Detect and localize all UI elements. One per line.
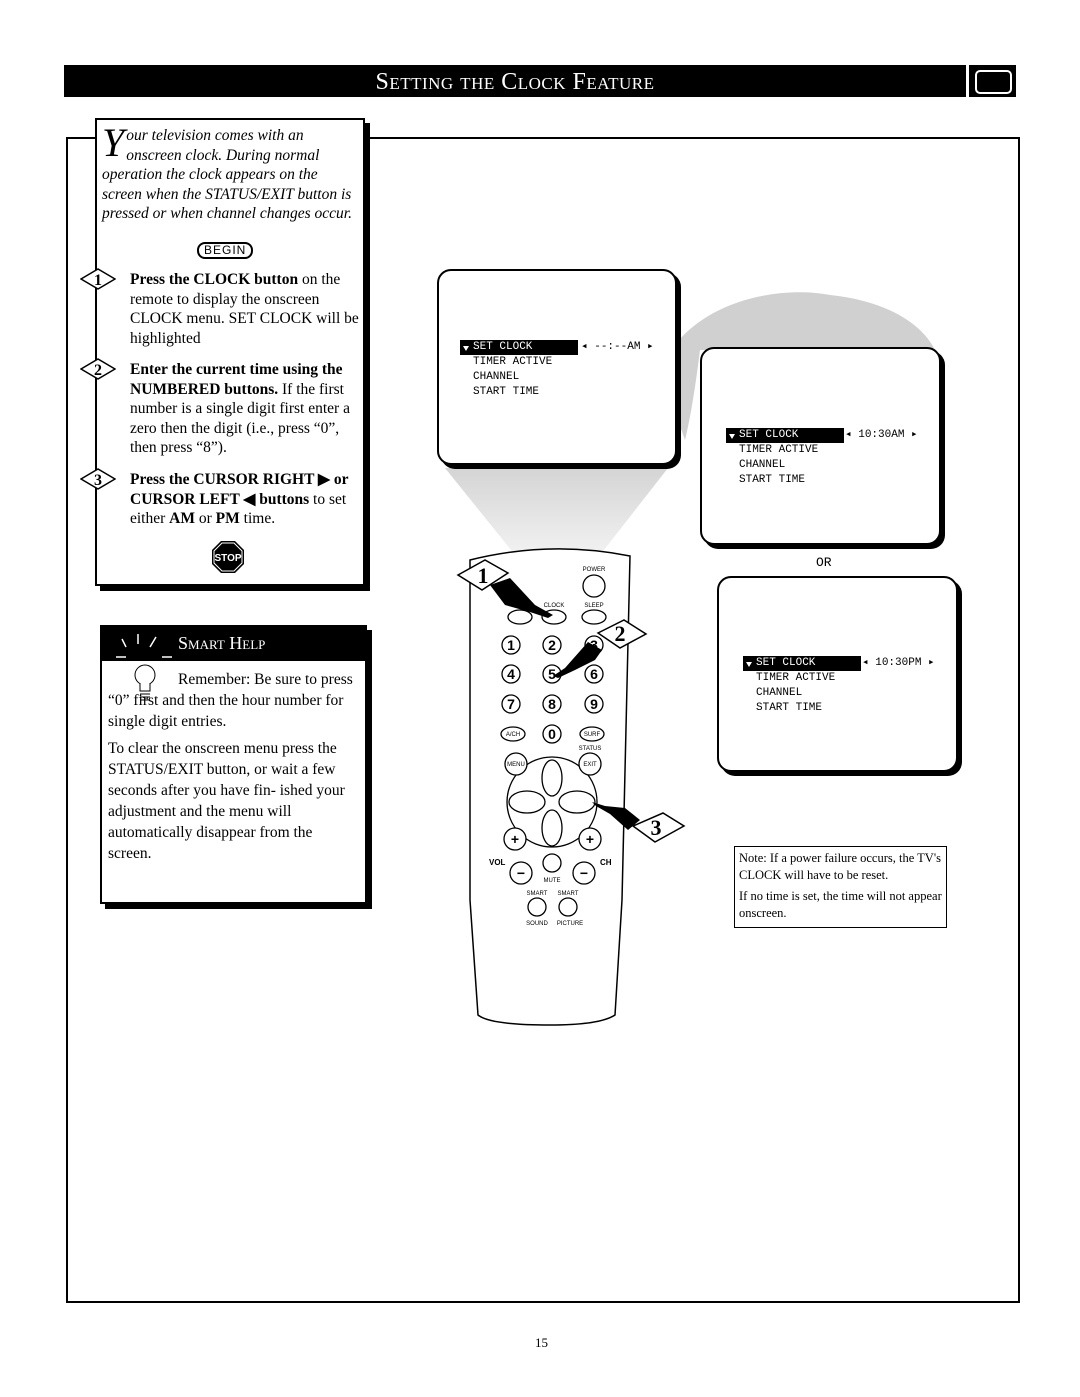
svg-text:3: 3 [651, 815, 662, 840]
svg-text:1: 1 [94, 272, 102, 289]
begin-badge: BEGIN [197, 242, 254, 259]
svg-text:−: − [580, 865, 588, 881]
svg-text:2: 2 [548, 637, 556, 653]
svg-text:PICTURE: PICTURE [557, 921, 583, 927]
step-1-bold: Press the CLOCK button [130, 271, 299, 288]
menu-item-channel: CHANNEL [473, 371, 520, 383]
svg-text:STATUS: STATUS [579, 746, 602, 752]
smart-picture-button[interactable] [558, 897, 578, 917]
cursor-left-button[interactable] [508, 790, 546, 814]
sleep-button[interactable] [581, 609, 607, 625]
instructions-box: Your television comes with an onscreen c… [80, 118, 365, 586]
stop-sign-icon: STOP [212, 541, 244, 573]
smart-help-box: Smart Help Remember: Be sure to press “0… [100, 625, 367, 904]
menu-item-timer-active: TIMER ACTIVE [739, 444, 819, 456]
cursor-right-button[interactable] [558, 790, 596, 814]
tv-screen-pm: SET CLOCK TIMER ACTIVE CHANNEL START TIM… [717, 576, 958, 772]
clock-value: ◂ 10:30AM ▸ [845, 429, 918, 441]
intro-paragraph: our television comes with an onscreen cl… [102, 127, 352, 222]
svg-text:+: + [511, 831, 519, 847]
menu-item-timer-active: TIMER ACTIVE [473, 356, 553, 368]
svg-text:3: 3 [94, 472, 102, 489]
menu-item-start-time: START TIME [756, 702, 823, 714]
svg-text:−: − [517, 865, 525, 881]
svg-text:1: 1 [478, 563, 489, 588]
smart-sound-button[interactable] [527, 897, 547, 917]
step-number-diamond-icon: 3 [80, 468, 116, 490]
svg-text:POWER: POWER [583, 567, 606, 573]
step-1: 1 Press the CLOCK button on the remote t… [80, 268, 360, 348]
light-rays-icon [116, 634, 172, 658]
svg-text:VOL: VOL [489, 858, 506, 867]
menu-item-set-clock: SET CLOCK [726, 428, 844, 443]
svg-text:6: 6 [590, 666, 598, 682]
unlabeled-button[interactable] [507, 609, 533, 625]
clock-value: ◂ 10:30PM ▸ [862, 657, 935, 669]
smart-help-body: Remember: Be sure to press “0” first and… [108, 669, 358, 864]
menu-item-set-clock: SET CLOCK [743, 656, 861, 671]
drop-cap: Y [102, 120, 125, 165]
cursor-up-button[interactable] [541, 759, 563, 797]
menu-item-set-clock: SET CLOCK [460, 340, 578, 355]
power-button[interactable] [582, 574, 606, 598]
svg-text:CH: CH [600, 858, 612, 867]
note-no-time: If no time is set, the time will not app… [739, 889, 942, 920]
smart-help-title: Smart Help [178, 633, 266, 653]
cursor-down-button[interactable] [541, 809, 563, 847]
svg-text:CLOCK: CLOCK [544, 603, 565, 609]
svg-text:SLEEP: SLEEP [584, 603, 603, 609]
svg-text:8: 8 [548, 696, 556, 712]
menu-item-channel: CHANNEL [756, 687, 803, 699]
step-number-diamond-icon: 1 [80, 268, 116, 290]
step-2: 2 Enter the current time using the NUMBE… [80, 358, 360, 458]
svg-text:7: 7 [507, 696, 515, 712]
clock-menu: SET CLOCK TIMER ACTIVE CHANNEL START TIM… [460, 340, 578, 400]
svg-text:MENU: MENU [507, 762, 525, 768]
smart-help-tip: Remember: Be sure to press “0” first and… [108, 671, 353, 730]
remote-control-illustration: 1 2 3 4 5 6 7 8 9 0 + + − − POWER CLOCK SLEEP A/C… [456, 548, 686, 1026]
clock-menu: SET CLOCK TIMER ACTIVE CHANNEL START TIM… [726, 428, 844, 488]
menu-item-start-time: START TIME [739, 474, 806, 486]
smart-help-header: Smart Help [102, 627, 365, 661]
svg-text:SMART: SMART [527, 891, 548, 897]
svg-text:SURF: SURF [584, 732, 601, 738]
svg-text:2: 2 [615, 621, 626, 646]
svg-text:SOUND: SOUND [526, 921, 548, 927]
mute-button[interactable] [542, 853, 562, 873]
menu-item-start-time: START TIME [473, 386, 540, 398]
tv-screen-am: SET CLOCK TIMER ACTIVE CHANNEL START TIM… [700, 347, 941, 545]
svg-text:SMART: SMART [558, 891, 579, 897]
svg-text:0: 0 [548, 726, 556, 742]
svg-text:9: 9 [590, 696, 598, 712]
manual-page: Setting the Clock Feature Your televisio… [0, 0, 1080, 1397]
power-failure-note: Note: If a power failure occurs, the TV'… [734, 846, 947, 928]
step-number-diamond-icon: 2 [80, 358, 116, 380]
smart-help-clear-note: To clear the onscreen menu press the STA… [108, 740, 345, 862]
svg-text:2: 2 [94, 362, 102, 379]
clock-menu: SET CLOCK TIMER ACTIVE CHANNEL START TIM… [743, 656, 861, 716]
svg-text:A/CH: A/CH [506, 732, 520, 738]
or-label: OR [816, 555, 832, 570]
tv-screen-initial: SET CLOCK TIMER ACTIVE CHANNEL START TIM… [437, 269, 677, 465]
intro-text: Your television comes with an onscreen c… [102, 120, 357, 224]
clock-value: ◂ --:--AM ▸ [581, 341, 654, 353]
page-number: 15 [535, 1335, 548, 1350]
svg-text:EXIT: EXIT [583, 762, 597, 768]
svg-text:4: 4 [507, 666, 515, 682]
svg-text:5: 5 [548, 666, 556, 682]
menu-item-timer-active: TIMER ACTIVE [756, 672, 836, 684]
svg-text:STOP: STOP [214, 553, 241, 564]
step-3: 3 Press the CURSOR RIGHT ▶ or CURSOR LEF… [80, 468, 360, 529]
note-reset: Note: If a power failure occurs, the TV'… [739, 851, 941, 882]
svg-text:MUTE: MUTE [544, 878, 561, 884]
svg-text:+: + [586, 831, 594, 847]
svg-text:1: 1 [507, 637, 515, 653]
menu-item-channel: CHANNEL [739, 459, 786, 471]
